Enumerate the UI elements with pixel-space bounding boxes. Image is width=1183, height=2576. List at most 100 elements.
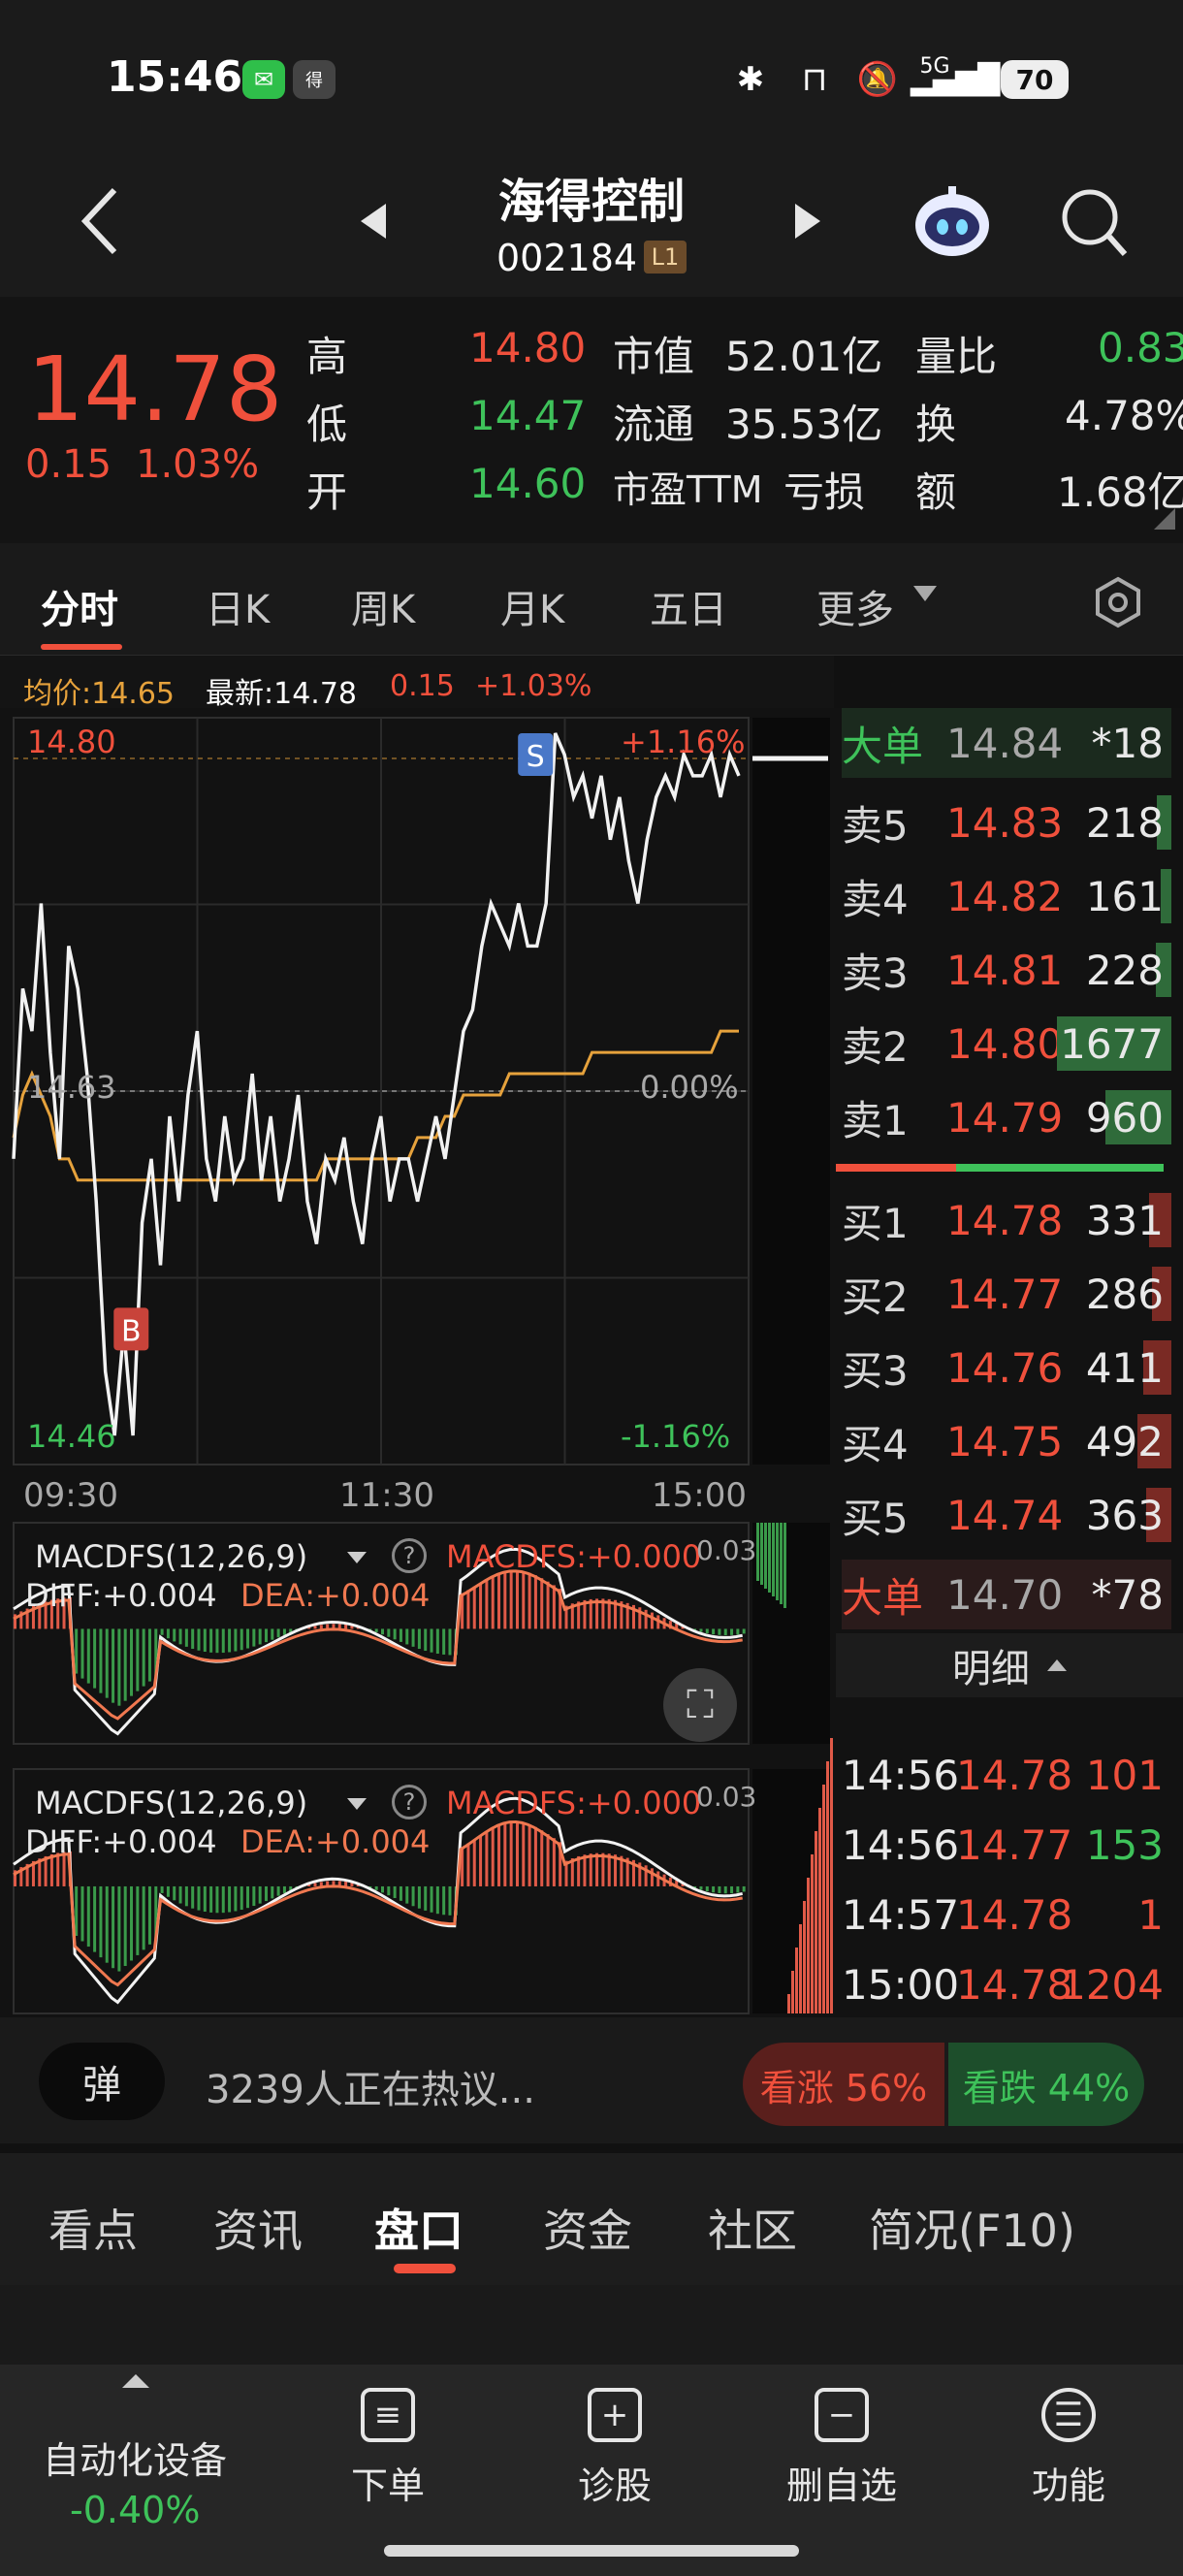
tab-community[interactable]: 社区 xyxy=(708,2196,797,2260)
bear-vote-button[interactable]: 看跌 44% xyxy=(948,2043,1144,2126)
sector-change: -0.40% xyxy=(70,2489,201,2531)
macd2-title[interactable]: MACDFS(12,26,9) xyxy=(35,1785,307,1821)
big-order-label: 大单 xyxy=(842,1573,924,1622)
chart-area[interactable]: BS 14.80 +1.16% 14.63 0.00% 14.46 -1.16%… xyxy=(0,708,836,2017)
macd-bar xyxy=(44,1855,48,1886)
tab-monthly-k[interactable]: 月K xyxy=(500,578,564,634)
price-change-pct: 1.03% xyxy=(136,442,260,487)
macd-bar xyxy=(601,1852,605,1886)
side-volume-bar xyxy=(787,1994,790,2013)
chevron-up-icon[interactable] xyxy=(122,2374,149,2388)
robot-assistant-icon[interactable] xyxy=(911,186,993,260)
tab-order-book[interactable]: 盘口 xyxy=(374,2196,464,2260)
side-volume-bar xyxy=(811,1854,814,2013)
big-order-top[interactable]: 大单 14.84 *18 xyxy=(842,708,1171,778)
tab-more[interactable]: 更多 xyxy=(816,578,894,634)
macd-bar xyxy=(509,1570,513,1629)
sector-name[interactable]: 自动化设备 xyxy=(43,2431,227,2484)
macd-bar xyxy=(503,1822,507,1886)
chevron-down-icon[interactable] xyxy=(347,1552,367,1563)
tab-weekly-k[interactable]: 周K xyxy=(351,578,415,634)
macd-bar xyxy=(99,1628,103,1693)
help-icon[interactable]: ? xyxy=(392,1538,427,1573)
macd-bar xyxy=(228,1628,232,1653)
tab-five-day[interactable]: 五日 xyxy=(650,578,727,634)
macd-bar xyxy=(387,1885,391,1896)
bid-price: 14.75 xyxy=(946,1417,1064,1465)
tab-daily-k[interactable]: 日K xyxy=(206,578,270,634)
fullscreen-icon[interactable]: ⛶ xyxy=(663,1668,737,1742)
big-order-label: 大单 xyxy=(842,722,924,770)
bid-row[interactable]: 买2 14.77 286 xyxy=(842,1259,1171,1329)
high-value: 14.80 xyxy=(469,324,587,371)
macd-bar xyxy=(105,1628,109,1698)
macd-bar xyxy=(712,1628,716,1635)
tab-profile-f10[interactable]: 简况(F10) xyxy=(869,2196,1075,2260)
ask-row[interactable]: 卖4 14.82 161 xyxy=(842,861,1171,931)
detail-price: 14.78 xyxy=(956,1751,1073,1799)
macd-bar xyxy=(650,1612,654,1629)
macd-bar xyxy=(699,1885,703,1890)
macd-bar xyxy=(147,1885,151,1945)
help-icon[interactable]: ? xyxy=(392,1785,427,1819)
ask-row[interactable]: 卖2 14.80 1677 xyxy=(842,1009,1171,1079)
home-indicator[interactable] xyxy=(384,2545,799,2557)
macd-bar xyxy=(607,1853,611,1886)
bid-row[interactable]: 买4 14.75 492 xyxy=(842,1406,1171,1476)
tab-intraday[interactable]: 分时 xyxy=(41,578,118,634)
macd-bar xyxy=(344,1625,348,1629)
amount-label: 额 xyxy=(915,468,957,516)
macd-bar xyxy=(136,1885,140,1955)
ask-row[interactable]: 卖5 14.83 218 xyxy=(842,788,1171,857)
side-volume-bar xyxy=(760,1523,763,1585)
macd-bar xyxy=(271,1885,274,1899)
bid-row[interactable]: 买1 14.78 331 xyxy=(842,1185,1171,1255)
bear-label: 看跌 44% xyxy=(962,2066,1131,2109)
detail-time: 15:00 xyxy=(842,1960,960,2009)
macd-bar xyxy=(160,1628,164,1635)
active-tab-indicator xyxy=(41,644,122,650)
detail-header[interactable]: 明细 xyxy=(836,1633,1183,1697)
big-order-price: 14.84 xyxy=(946,719,1064,767)
side-volume-bar xyxy=(818,1808,821,2013)
search-icon[interactable] xyxy=(1059,184,1129,258)
macd-bar xyxy=(705,1885,709,1892)
time-label-close: 15:00 xyxy=(652,1476,747,1515)
bid-row[interactable]: 买3 14.76 411 xyxy=(842,1333,1171,1402)
ask-row[interactable]: 卖1 14.79 960 xyxy=(842,1082,1171,1152)
tab-capital[interactable]: 资金 xyxy=(543,2196,632,2260)
settings-hexagon-icon[interactable] xyxy=(1092,576,1144,628)
expand-corner-icon[interactable] xyxy=(1154,508,1175,530)
macd-bar xyxy=(117,1628,121,1706)
detail-row: 14:56 14.77 153 xyxy=(842,1810,1171,1880)
tab-highlights[interactable]: 看点 xyxy=(48,2196,138,2260)
macd-bar xyxy=(99,1885,103,1958)
next-stock-icon[interactable] xyxy=(793,202,822,241)
side-volume-bar xyxy=(799,1924,802,2013)
big-order-bottom[interactable]: 大单 14.70 *78 xyxy=(842,1560,1171,1629)
macd-bar xyxy=(399,1885,402,1901)
macd1-title[interactable]: MACDFS(12,26,9) xyxy=(35,1538,307,1575)
trade-markers: BS xyxy=(113,732,554,1351)
bid-level-label: 买3 xyxy=(842,1346,909,1395)
nav-diagnose-button[interactable]: + 诊股 xyxy=(528,2388,702,2509)
bull-vote-button[interactable]: 看涨 56% xyxy=(743,2043,944,2126)
nav-remove-watch-button[interactable]: − 删自选 xyxy=(754,2388,929,2509)
chevron-down-icon[interactable] xyxy=(347,1798,367,1810)
macd1-diff: DIFF:+0.004 xyxy=(25,1577,217,1614)
macd-bar xyxy=(417,1628,421,1650)
legend-change: 0.15 xyxy=(390,669,455,703)
macd-bar xyxy=(276,1628,280,1638)
macd-bar xyxy=(282,1628,286,1635)
macd-bar xyxy=(399,1628,402,1642)
bid-level-label: 买1 xyxy=(842,1199,909,1247)
nav-menu-button[interactable]: ☰ 功能 xyxy=(981,2388,1156,2509)
danmu-toggle-button[interactable]: 弹 xyxy=(39,2043,165,2120)
nav-order-button[interactable]: ≡ 下单 xyxy=(301,2388,475,2509)
tab-news[interactable]: 资讯 xyxy=(213,2196,303,2260)
discuss-text[interactable]: 3239人正在热议... xyxy=(206,2058,535,2114)
ask-row[interactable]: 卖3 14.81 228 xyxy=(842,935,1171,1005)
macd-bar xyxy=(699,1628,703,1632)
bid-row[interactable]: 买5 14.74 363 xyxy=(842,1480,1171,1550)
spacer xyxy=(0,2285,1183,2365)
